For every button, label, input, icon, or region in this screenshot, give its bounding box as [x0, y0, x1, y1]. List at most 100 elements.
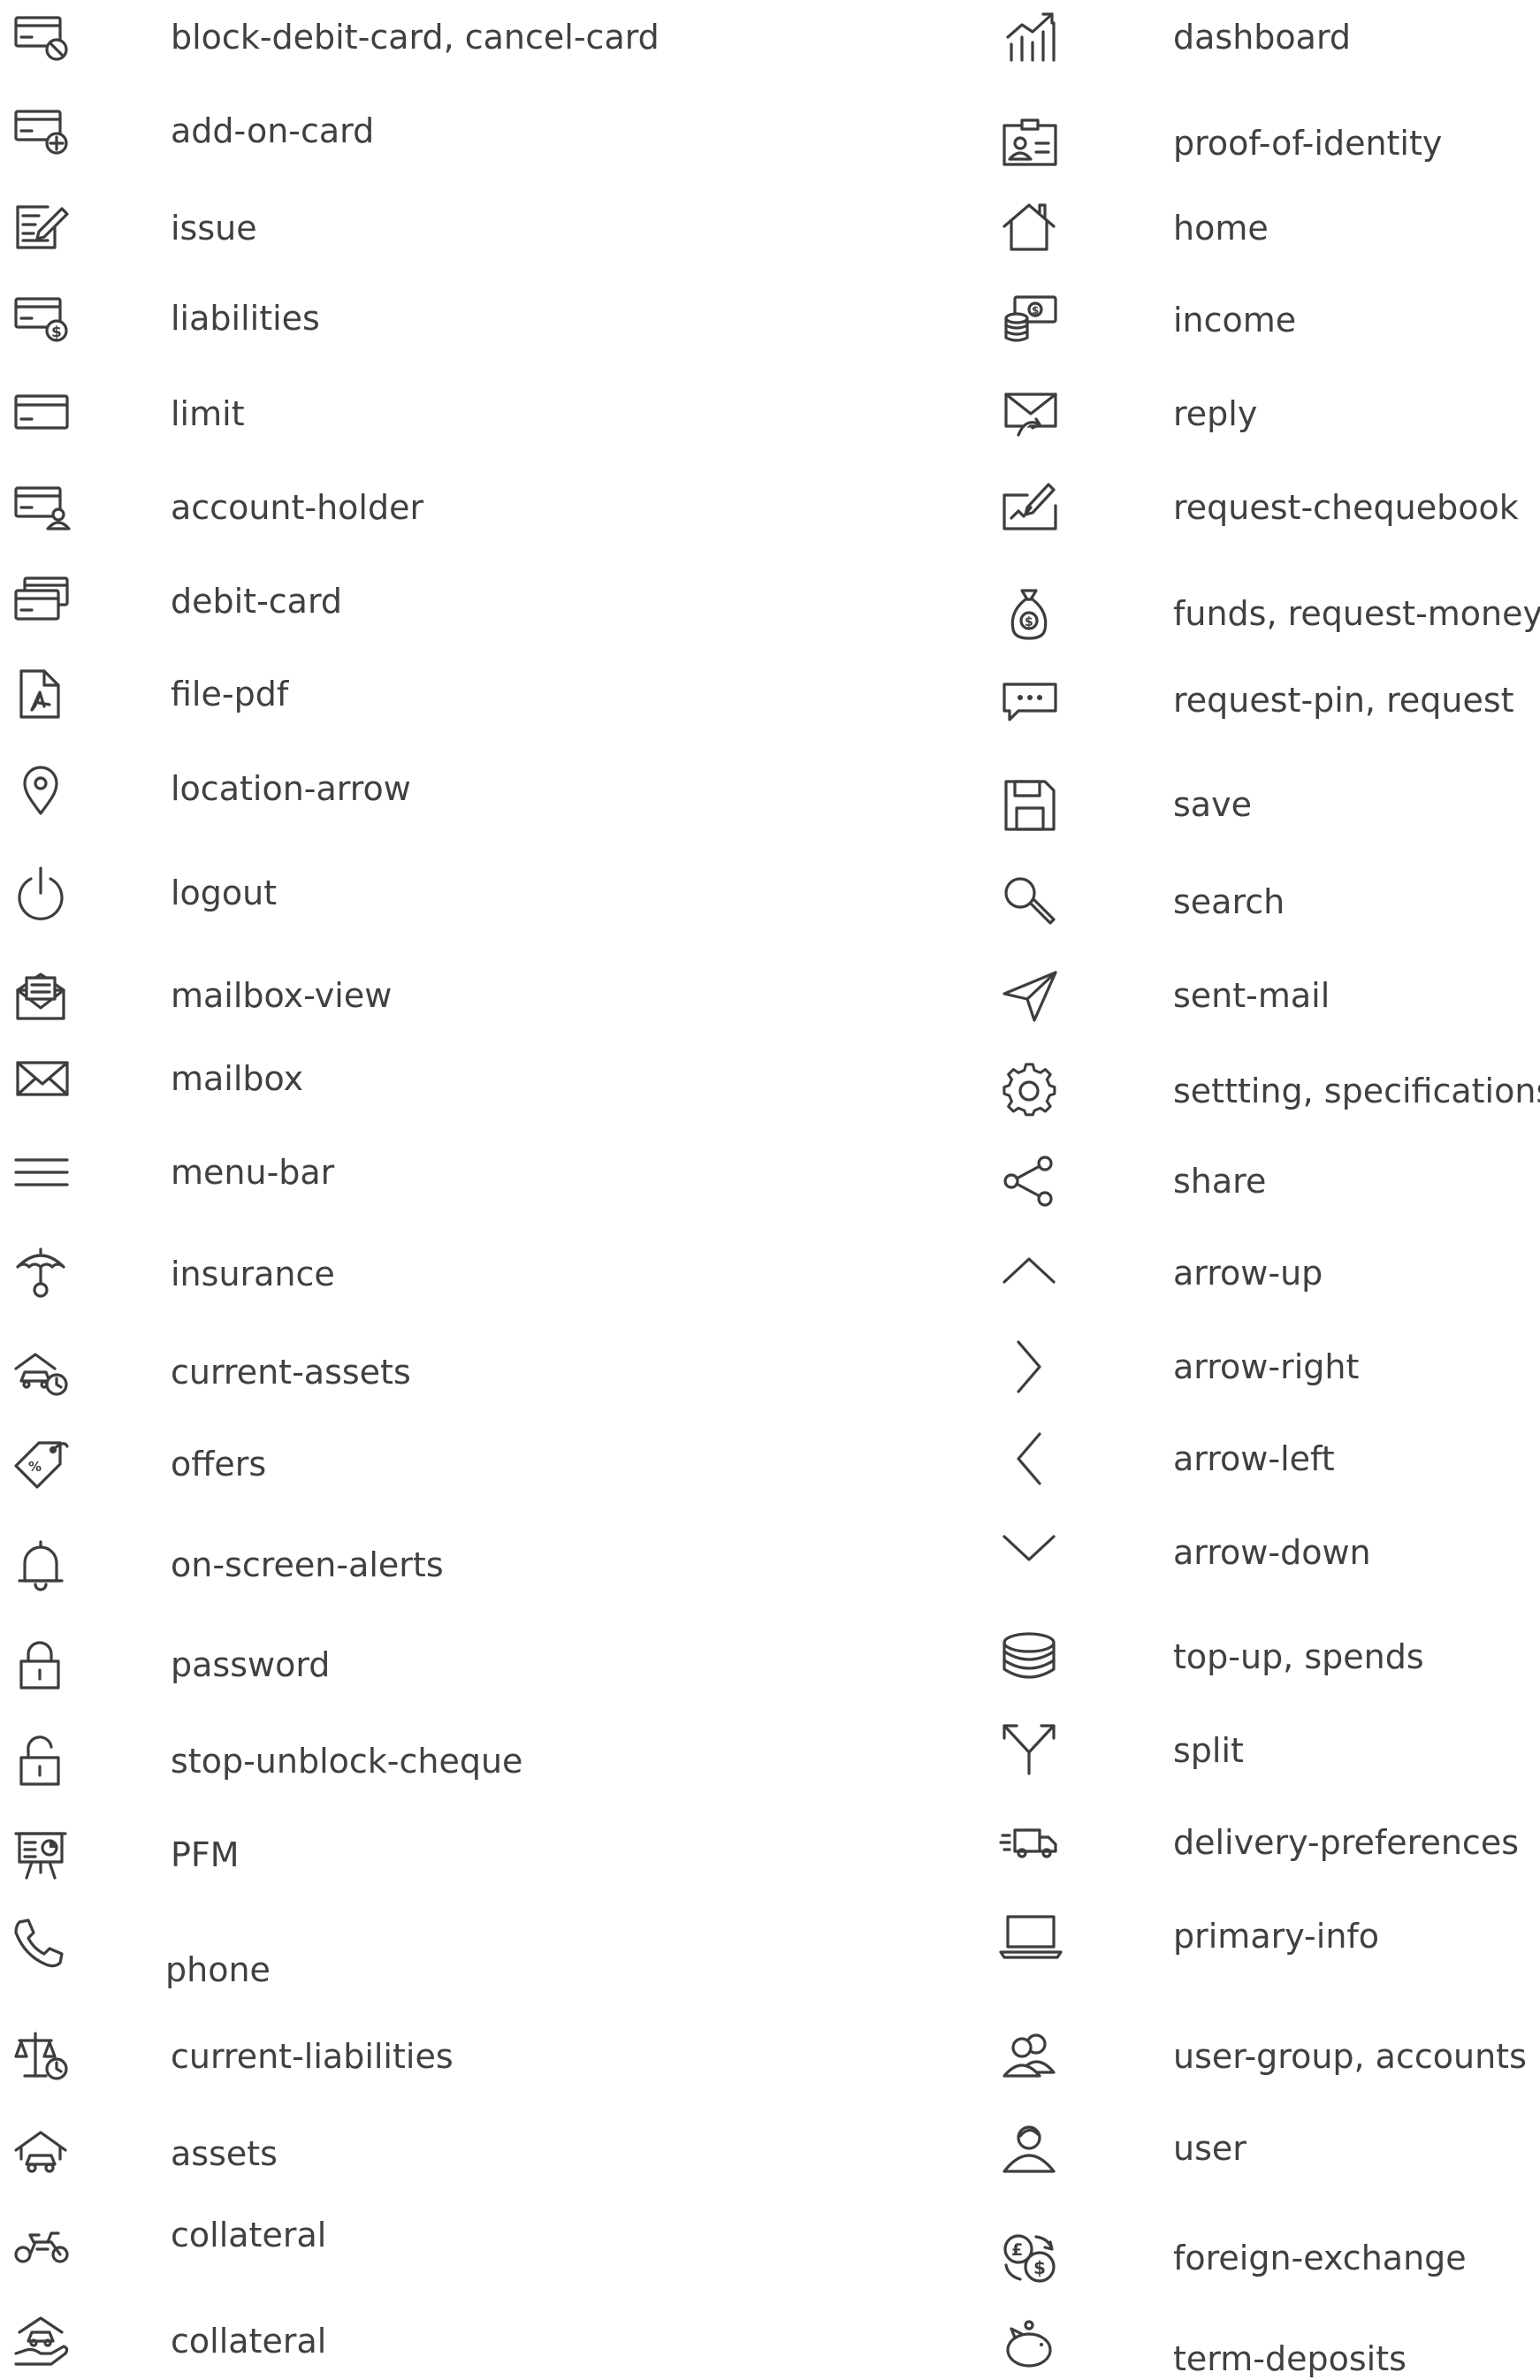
list-item: dashboard: [972, 11, 1540, 64]
list-item: logout: [0, 866, 972, 920]
item-label: reply: [1173, 394, 1258, 433]
split-icon: [1001, 1724, 1061, 1777]
user-icon: [1001, 2122, 1061, 2175]
coin-stack-icon: [1001, 1630, 1061, 1683]
location-arrow-icon: [12, 762, 72, 815]
item-label: home: [1173, 209, 1269, 248]
list-item: term-deposits: [972, 2318, 1540, 2378]
list-item: phone: [0, 1917, 972, 1989]
svg-text:$: $: [1025, 615, 1033, 629]
phone-icon: [12, 1917, 72, 1970]
income-icon: $: [1001, 294, 1061, 347]
account-holder-icon: [12, 481, 72, 534]
list-item: on-screen-alerts: [0, 1538, 972, 1591]
list-item: user-group, accounts: [972, 2030, 1540, 2083]
item-label: limit: [171, 394, 245, 433]
user-group-icon: [1001, 2030, 1061, 2083]
insurance-icon: [12, 1247, 72, 1301]
list-item: request-chequebook: [972, 481, 1540, 534]
list-item: password: [0, 1638, 972, 1691]
assets-icon: [12, 2127, 72, 2180]
delivery-truck-icon: [999, 1816, 1061, 1869]
item-label: block-debit-card, cancel-card: [171, 18, 659, 57]
item-label: collateral: [171, 2216, 327, 2254]
save-icon: [1001, 778, 1061, 831]
list-item: assets: [0, 2127, 972, 2180]
list-item: £ $ foreign-exchange: [972, 2231, 1540, 2285]
list-item: request-pin, request: [972, 674, 1540, 727]
list-item: $ liabilities: [0, 292, 972, 345]
item-label: current-assets: [171, 1353, 411, 1392]
item-label: dashboard: [1173, 18, 1352, 57]
svg-text:$: $: [1033, 2257, 1046, 2278]
item-label: PFM: [171, 1835, 240, 1874]
add-on-card-icon: [12, 104, 72, 157]
list-item: insurance: [0, 1247, 972, 1301]
list-item: issue: [0, 202, 972, 255]
liabilities-icon: $: [12, 292, 72, 345]
item-label: split: [1173, 1731, 1244, 1770]
block-debit-card-icon: [12, 11, 72, 64]
list-item: primary-info: [972, 1910, 1540, 1963]
list-item: mailbox: [0, 1052, 972, 1105]
current-assets-icon: [12, 1346, 72, 1399]
share-icon: [1001, 1155, 1061, 1208]
logout-icon: [12, 866, 72, 920]
list-item: $ income: [972, 294, 1540, 347]
item-label: settting, specifications: [1173, 1072, 1540, 1110]
list-item: location-arrow: [0, 762, 972, 815]
item-label: term-deposits: [1173, 2339, 1407, 2378]
mailbox-icon: [12, 1052, 72, 1105]
list-item: debit-card: [0, 575, 972, 628]
item-label: arrow-up: [1173, 1254, 1323, 1293]
limit-icon: [12, 387, 72, 440]
item-label: request-pin, request: [1173, 681, 1514, 720]
collateral-car-hand-icon: [12, 2315, 72, 2368]
item-label: mailbox: [171, 1059, 304, 1098]
list-item: delivery-preferences: [972, 1816, 1540, 1869]
list-item: file-pdf: [0, 667, 972, 721]
dashboard-icon: [1001, 11, 1061, 64]
list-item: add-on-card: [0, 104, 972, 157]
item-label: offers: [171, 1445, 267, 1484]
list-item: sent-mail: [972, 969, 1540, 1022]
list-item: PFM: [0, 1828, 972, 1881]
sent-mail-icon: [1001, 969, 1061, 1022]
foreign-exchange-icon: £ $: [1001, 2231, 1061, 2285]
gear-icon: [1001, 1063, 1061, 1118]
arrow-down-icon: [1001, 1526, 1061, 1579]
item-label: on-screen-alerts: [171, 1545, 444, 1584]
list-item: arrow-down: [972, 1526, 1540, 1579]
list-item: current-assets: [0, 1346, 972, 1399]
item-label: income: [1173, 301, 1297, 339]
on-screen-alerts-icon: [12, 1538, 72, 1591]
item-label: stop-unblock-cheque: [171, 1742, 523, 1781]
item-label: user-group, accounts: [1173, 2037, 1527, 2076]
list-item: settting, specifications: [972, 1063, 1540, 1118]
pfm-icon: [12, 1828, 72, 1881]
list-item: current-liabilities: [0, 2030, 972, 2083]
item-label: arrow-down: [1173, 1533, 1371, 1572]
item-label: password: [171, 1645, 331, 1684]
item-label: menu-bar: [171, 1153, 335, 1192]
item-label: foreign-exchange: [1173, 2239, 1467, 2277]
item-label: phone: [165, 1950, 271, 1989]
piggy-bank-icon: [1001, 2318, 1061, 2371]
list-item: % offers: [0, 1438, 972, 1491]
item-label: proof-of-identity: [1173, 124, 1443, 163]
item-label: arrow-right: [1173, 1347, 1360, 1386]
item-label: add-on-card: [171, 111, 375, 150]
item-label: delivery-preferences: [1173, 1823, 1520, 1862]
menu-bar-icon: [12, 1146, 72, 1199]
offers-icon: %: [12, 1438, 72, 1491]
svg-text:$: $: [1032, 304, 1039, 317]
list-item: mailbox-view: [0, 969, 972, 1022]
item-label: sent-mail: [1173, 976, 1330, 1015]
list-item: stop-unblock-cheque: [0, 1735, 972, 1788]
item-label: primary-info: [1173, 1917, 1380, 1956]
home-icon: [1001, 202, 1061, 255]
list-item: proof-of-identity: [972, 117, 1540, 170]
item-label: debit-card: [171, 582, 343, 621]
list-item: user: [972, 2122, 1540, 2175]
svg-text:%: %: [28, 1459, 42, 1475]
